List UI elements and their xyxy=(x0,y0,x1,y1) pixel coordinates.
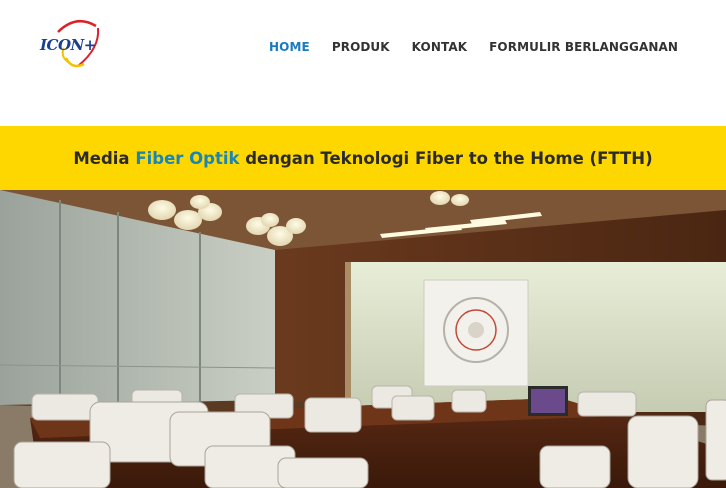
logo-text: ICON+ xyxy=(40,36,96,54)
meeting-room-illustration xyxy=(0,190,726,488)
banner-text-highlight: Fiber Optik xyxy=(135,148,240,168)
banner-text-after: dengan Teknologi Fiber to the Home (FTTH… xyxy=(239,148,653,168)
main-nav: HOME PRODUK KONTAK FORMULIR BERLANGGANAN xyxy=(269,40,678,54)
headline-banner: Media Fiber Optik dengan Teknologi Fiber… xyxy=(0,126,726,190)
banner-text-before: Media xyxy=(73,148,136,168)
icon-plus-logo[interactable]: ICON+ xyxy=(38,18,114,70)
nav-kontak[interactable]: KONTAK xyxy=(412,40,467,54)
meeting-room-photo xyxy=(0,190,726,488)
banner-headline: Media Fiber Optik dengan Teknologi Fiber… xyxy=(73,149,652,168)
nav-formulir-berlangganan[interactable]: FORMULIR BERLANGGANAN xyxy=(489,40,678,54)
nav-home[interactable]: HOME xyxy=(269,40,310,54)
site-header: ICON+ HOME PRODUK KONTAK FORMULIR BERLAN… xyxy=(0,0,726,126)
nav-produk[interactable]: PRODUK xyxy=(332,40,390,54)
